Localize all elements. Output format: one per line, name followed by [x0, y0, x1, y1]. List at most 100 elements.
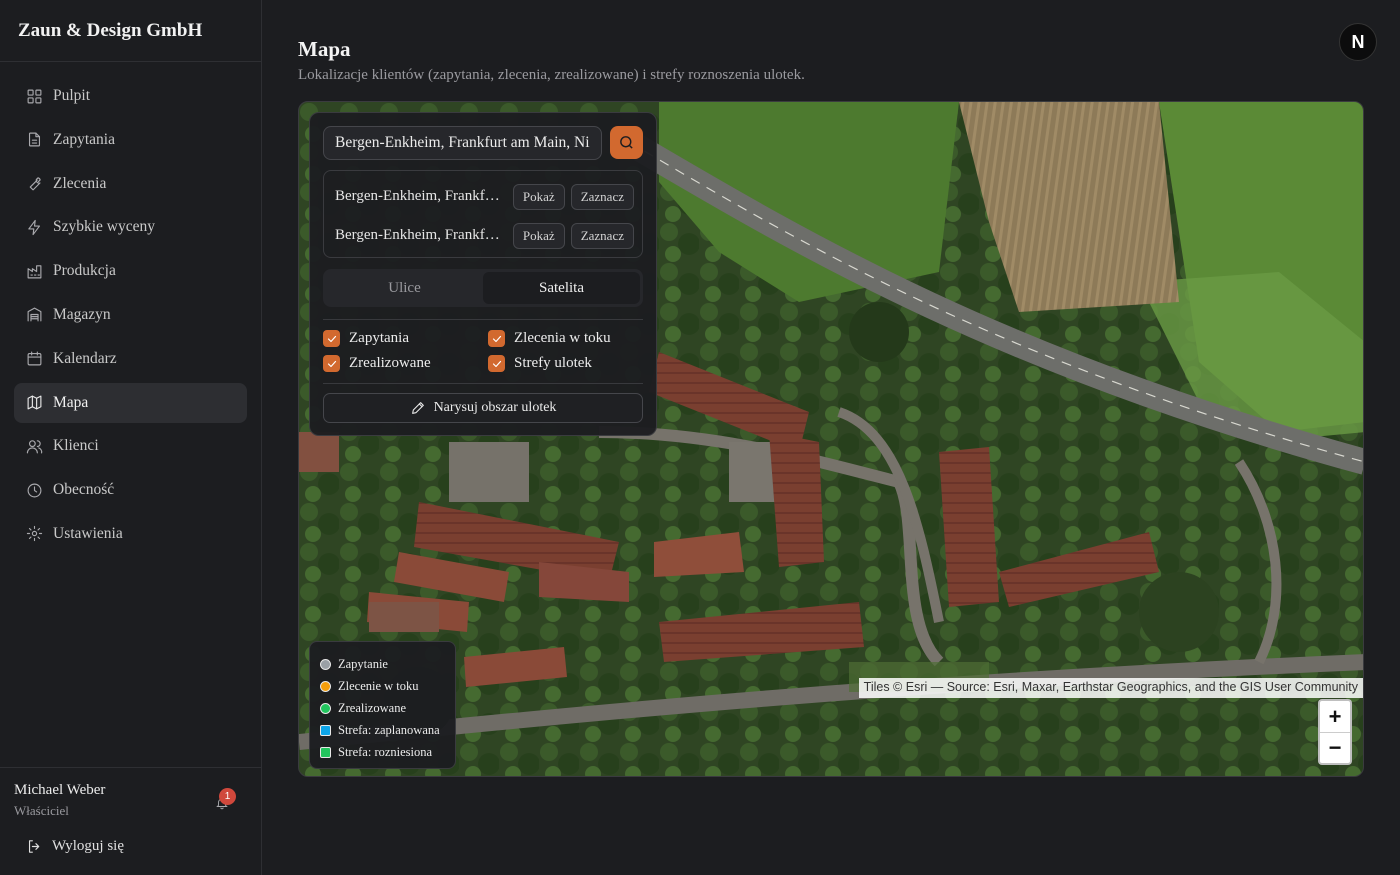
layer-satellite-button[interactable]: Satelita [483, 272, 640, 304]
sidebar-item-produkcja[interactable]: Produkcja [14, 251, 247, 291]
filter-completed[interactable]: Zrealizowane [323, 355, 488, 372]
map-attribution: Tiles © Esri — Source: Esri, Maxar, Eart… [858, 678, 1363, 698]
logout-icon [28, 840, 40, 853]
user-name: Michael Weber [14, 782, 106, 798]
sidebar-item-zapytania[interactable]: Zapytania [14, 120, 247, 160]
sidebar: Zaun & Design GmbH Pulpit Zapytania Zlec… [0, 0, 262, 875]
page-subtitle: Lokalizacje klientów (zapytania, zleceni… [298, 67, 805, 83]
sidebar-item-label: Klienci [53, 437, 99, 455]
mark-result-button[interactable]: Zaznacz [570, 222, 634, 249]
lightning-icon [28, 219, 41, 236]
warehouse-icon [27, 308, 42, 322]
filter-orders-in-progress[interactable]: Zlecenia w toku [488, 330, 648, 347]
map-legend: Zapytanie Zlecenie w toku Zrealizowane S… [309, 641, 456, 769]
sidebar-item-pulpit[interactable]: Pulpit [14, 76, 247, 116]
sidebar-item-obecnosc[interactable]: Obecność [14, 470, 247, 510]
zoom-out-button[interactable]: − [1320, 732, 1350, 763]
legend-square [320, 724, 331, 736]
search-result-text: Bergen-Enkheim, Frankfurt am Main [335, 188, 507, 204]
legend-square [320, 746, 331, 758]
legend-dot [320, 680, 331, 692]
legend-label: Strefa: rozniesiona [338, 744, 433, 759]
legend-dot [320, 658, 331, 670]
sidebar-item-label: Kalendarz [53, 349, 117, 367]
zoom-in-button[interactable]: + [1320, 701, 1350, 732]
gear-icon [26, 526, 43, 542]
divider [323, 383, 643, 384]
filter-inquiries[interactable]: Zapytania [323, 330, 488, 347]
filter-label: Zlecenia w toku [514, 330, 611, 346]
logout-button[interactable]: Wyloguj się [26, 838, 124, 855]
sidebar-item-label: Magazyn [53, 305, 111, 323]
draw-flyer-area-button[interactable]: Narysuj obszar ulotek [323, 393, 643, 423]
sidebar-item-magazyn[interactable]: Magazyn [14, 295, 247, 335]
checkbox-checked[interactable] [488, 355, 505, 372]
show-result-button[interactable]: Pokaż [512, 222, 565, 249]
checkbox-checked[interactable] [323, 330, 340, 347]
filter-label: Zapytania [349, 330, 409, 346]
checkbox-checked[interactable] [488, 330, 505, 347]
check-icon [327, 335, 336, 342]
sidebar-nav: Pulpit Zapytania Zlecenia Szybkie wyceny… [0, 62, 261, 554]
dashboard-icon [27, 89, 42, 103]
sidebar-item-kalendarz[interactable]: Kalendarz [14, 339, 247, 379]
user-role: Właściciel [14, 803, 69, 818]
search-result-row: Bergen-Enkheim, Frankfurt am Main Pokaż … [324, 216, 642, 255]
map-view[interactable]: Bergen-Enkheim, Frankfurt am Main Pokaż … [298, 101, 1364, 777]
user-panel: Michael Weber Właściciel 1 Wyloguj się [0, 767, 261, 875]
search-results: Bergen-Enkheim, Frankfurt am Main Pokaż … [323, 170, 643, 258]
clock-icon [27, 483, 42, 498]
users-icon [26, 440, 43, 454]
legend-label: Strefa: zaplanowana [338, 722, 440, 737]
sidebar-item-szybkie-wyceny[interactable]: Szybkie wyceny [14, 207, 247, 247]
map-icon [27, 395, 42, 410]
filter-flyer-zones[interactable]: Strefy ulotek [488, 355, 648, 372]
sidebar-item-label: Zlecenia [53, 174, 107, 192]
checkbox-checked[interactable] [323, 355, 340, 372]
check-icon [492, 335, 501, 342]
search-result-row: Bergen-Enkheim, Frankfurt am Main Pokaż … [324, 177, 642, 216]
sidebar-item-ustawienia[interactable]: Ustawienia [14, 514, 247, 554]
legend-item-order-in-progress: Zlecenie w toku [320, 675, 445, 697]
legend-label: Zapytanie [338, 656, 388, 671]
brand-title: Zaun & Design GmbH [0, 0, 261, 62]
search-icon [620, 136, 633, 149]
check-icon [492, 360, 501, 367]
sidebar-item-label: Produkcja [53, 262, 116, 280]
legend-label: Zlecenie w toku [338, 678, 419, 693]
notifications-button[interactable]: 1 [215, 788, 236, 812]
factory-icon [27, 264, 42, 279]
legend-item-inquiry: Zapytanie [320, 653, 445, 675]
legend-item-zone-delivered: Strefa: rozniesiona [320, 741, 445, 763]
filter-label: Strefy ulotek [514, 355, 592, 371]
map-control-panel: Bergen-Enkheim, Frankfurt am Main Pokaż … [309, 112, 657, 436]
document-icon [28, 132, 41, 147]
filter-checkboxes: Zapytania Zlecenia w toku Zrealizowane S… [323, 330, 643, 372]
legend-dot [320, 702, 331, 714]
zoom-control: + − [1318, 699, 1352, 765]
sidebar-item-label: Mapa [53, 393, 89, 411]
pencil-icon [411, 402, 424, 414]
sidebar-item-zlecenia[interactable]: Zlecenia [14, 164, 247, 204]
search-button[interactable] [610, 126, 643, 159]
avatar[interactable]: N [1339, 23, 1377, 61]
divider [323, 319, 643, 320]
mark-result-button[interactable]: Zaznacz [570, 183, 634, 210]
address-search-input[interactable] [323, 126, 603, 160]
sidebar-item-label: Szybkie wyceny [53, 218, 156, 236]
legend-label: Zrealizowane [338, 700, 407, 715]
show-result-button[interactable]: Pokaż [512, 183, 565, 210]
sidebar-item-label: Ustawienia [53, 524, 123, 542]
legend-item-zone-planned: Strefa: zaplanowana [320, 719, 445, 741]
check-icon [327, 360, 336, 367]
layer-streets-button[interactable]: Ulice [326, 272, 483, 304]
sidebar-item-label: Pulpit [53, 87, 91, 104]
sidebar-item-klienci[interactable]: Klienci [14, 426, 247, 466]
calendar-icon [27, 351, 42, 366]
draw-flyer-area-label: Narysuj obszar ulotek [433, 400, 557, 415]
sidebar-item-label: Zapytania [53, 130, 115, 148]
sidebar-item-mapa[interactable]: Mapa [14, 382, 247, 423]
logout-label: Wyloguj się [52, 838, 125, 854]
page-title: Mapa [298, 37, 351, 61]
search-result-text: Bergen-Enkheim, Frankfurt am Main [335, 227, 507, 243]
